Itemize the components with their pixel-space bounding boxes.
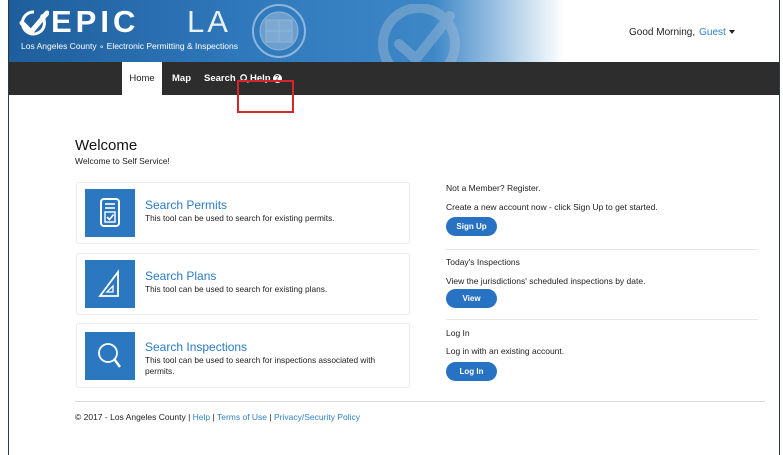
- user-menu[interactable]: Guest: [699, 27, 726, 38]
- greeting-text: Good Morning,: [629, 27, 696, 38]
- footer-help-link[interactable]: Help: [193, 412, 210, 422]
- view-button[interactable]: View: [446, 289, 497, 308]
- inspections-heading: Today's Inspections: [446, 257, 520, 267]
- footer-privacy-link[interactable]: Privacy/Security Policy: [274, 412, 360, 422]
- magnifier-icon: [98, 343, 121, 368]
- logo-la[interactable]: LA: [187, 4, 231, 40]
- sign-up-button[interactable]: Sign Up: [446, 217, 497, 236]
- card-desc: This tool can be used to search for insp…: [145, 355, 376, 376]
- triangle-ruler-icon: [98, 269, 119, 297]
- greeting: Good Morning, Guest: [629, 27, 735, 38]
- logo-subtitle: Los Angeles County ∘ Electronic Permitti…: [21, 41, 238, 51]
- page-title: Welcome: [75, 137, 138, 154]
- footer-terms-link[interactable]: Terms of Use: [217, 412, 267, 422]
- epic-checkmark-icon: [19, 10, 49, 36]
- caret-down-icon[interactable]: [728, 30, 735, 35]
- card-title[interactable]: Search Inspections: [145, 340, 247, 354]
- register-heading: Not a Member? Register.: [446, 183, 541, 193]
- card-title[interactable]: Search Permits: [145, 198, 227, 212]
- card-search-inspections[interactable]: Search Inspections This tool can be used…: [76, 323, 410, 388]
- help-highlight-box: [237, 80, 294, 113]
- card-search-plans[interactable]: Search Plans This tool can be used to se…: [76, 253, 410, 315]
- card-icon-box: [85, 189, 135, 237]
- copyright: © 2017 - Los Angeles County: [75, 412, 186, 422]
- card-icon-box: [85, 332, 135, 380]
- card-title[interactable]: Search Plans: [145, 269, 216, 283]
- inspections-text: View the jurisdictions' scheduled inspec…: [446, 276, 646, 286]
- divider: [446, 249, 758, 250]
- card-desc: This tool can be used to search for exis…: [145, 213, 335, 223]
- main-nav: Home Map Search Help?: [9, 62, 779, 95]
- logo-epic[interactable]: EPIC: [51, 4, 139, 40]
- card-desc: This tool can be used to search for exis…: [145, 284, 328, 294]
- page-subtitle: Welcome to Self Service!: [75, 156, 170, 166]
- nav-search-label: Search: [204, 73, 236, 84]
- footer: © 2017 - Los Angeles County | Help | Ter…: [75, 412, 360, 422]
- divider: [446, 319, 758, 320]
- login-heading: Log In: [446, 328, 470, 338]
- app-window: EPIC LA Los Angeles County ∘ Electronic …: [8, 0, 780, 455]
- clipboard-check-icon: [100, 198, 120, 227]
- header-banner: EPIC LA Los Angeles County ∘ Electronic …: [9, 0, 779, 62]
- county-seal-icon: [252, 4, 306, 58]
- footer-sep: |: [212, 412, 215, 422]
- register-text: Create a new account now - click Sign Up…: [446, 202, 658, 212]
- card-search-permits[interactable]: Search Permits This tool can be used to …: [76, 182, 410, 244]
- watermark-check-icon: [378, 4, 460, 62]
- nav-home[interactable]: Home: [122, 62, 162, 95]
- nav-map[interactable]: Map: [172, 62, 191, 95]
- footer-divider: [75, 401, 765, 402]
- login-button[interactable]: Log In: [446, 362, 497, 381]
- footer-sep: |: [188, 412, 191, 422]
- footer-sep: |: [269, 412, 272, 422]
- card-icon-box: [85, 260, 135, 308]
- login-text: Log in with an existing account.: [446, 346, 565, 356]
